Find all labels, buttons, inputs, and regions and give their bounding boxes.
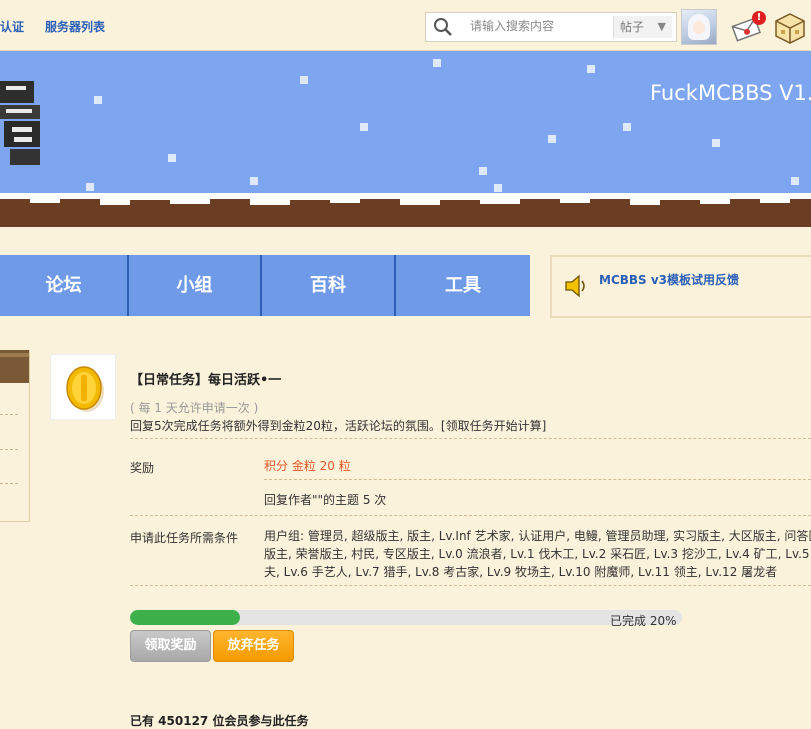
- gold-coin-icon: [66, 366, 104, 412]
- search-icon[interactable]: [432, 17, 458, 37]
- nav-tab-forum[interactable]: 论坛: [0, 255, 129, 316]
- speaker-icon: [565, 274, 585, 298]
- claim-reward-button[interactable]: 领取奖励: [130, 630, 211, 662]
- task-limit-note: ( 每 1 天允许申请一次 ): [130, 401, 259, 415]
- abandon-task-button[interactable]: 放弃任务: [213, 630, 294, 662]
- task-goal: 回复作者""的主题 5 次: [264, 493, 387, 507]
- top-bar: 认证 服务器列表 帖子 ▼ !: [0, 0, 811, 51]
- announcement-box: MCBBS v3模板试用反馈: [550, 255, 811, 318]
- nav-tab-wiki[interactable]: 百科: [262, 255, 396, 316]
- main-nav: 论坛 小组 百科 工具: [0, 255, 530, 316]
- header-banner: FuckMCBBS V1.0: [0, 51, 811, 227]
- progress-fill: [130, 610, 241, 625]
- participants-count: 已有 450127 位会员参与此任务: [130, 714, 309, 728]
- chevron-down-icon: ▼: [657, 20, 666, 33]
- side-panel: [0, 350, 30, 522]
- search-box: 帖子 ▼: [425, 12, 677, 42]
- conditions-line: 用户组: 管理员, 超级版主, 版主, Lv.Inf 艺术家, 认证用户, 电鳗…: [264, 529, 811, 543]
- notice-badge: !: [752, 11, 766, 25]
- progress-label: 已完成 20%: [610, 614, 677, 628]
- announcement-link[interactable]: MCBBS v3模板试用反馈: [599, 271, 739, 288]
- conditions-label: 申请此任务所需条件: [130, 531, 239, 545]
- nav-tab-tools[interactable]: 工具: [396, 255, 530, 316]
- reward-label: 奖励: [130, 461, 155, 475]
- top-link-server-list[interactable]: 服务器列表: [45, 18, 105, 35]
- conditions-text: 用户组: 管理员, 超级版主, 版主, Lv.Inf 艺术家, 认证用户, 电鳗…: [264, 527, 811, 581]
- avatar[interactable]: [681, 9, 717, 45]
- snow-ground: [0, 193, 811, 205]
- box-icon[interactable]: [773, 11, 807, 45]
- search-type-select[interactable]: 帖子 ▼: [613, 16, 672, 38]
- site-logo: [0, 81, 40, 165]
- search-type-label: 帖子: [620, 20, 645, 34]
- task-description: 回复5次完成任务将额外得到金粒20粒，活跃论坛的氛围。[领取任务开始计算]: [130, 419, 547, 433]
- nav-tab-groups[interactable]: 小组: [129, 255, 262, 316]
- reward-value: 积分 金粒 20 粒: [264, 459, 351, 473]
- top-link-auth[interactable]: 认证: [0, 18, 24, 35]
- conditions-line: 版主, 荣誉版主, 村民, 专区版主, Lv.0 流浪者, Lv.1 伐木工, …: [264, 547, 811, 561]
- task-icon: [50, 354, 116, 420]
- site-title: FuckMCBBS V1.0: [650, 81, 811, 105]
- progress-bar: [130, 610, 682, 625]
- task-title: 【日常任务】每日活跃•一: [130, 373, 282, 388]
- conditions-line: 夫, Lv.6 手艺人, Lv.7 猎手, Lv.8 考古家, Lv.9 牧场主…: [264, 565, 778, 579]
